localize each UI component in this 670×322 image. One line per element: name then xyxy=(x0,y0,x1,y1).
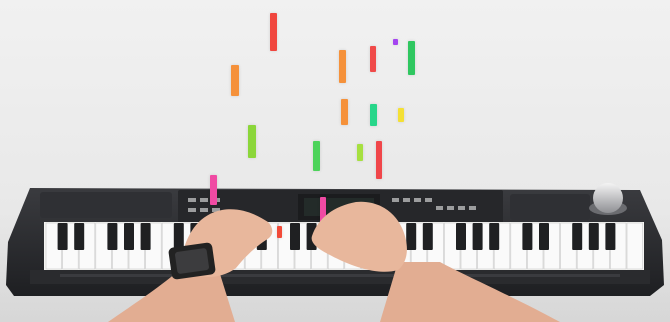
right-arm xyxy=(380,262,560,322)
smartwatch-screen xyxy=(175,248,209,274)
right-hand xyxy=(311,201,407,272)
player-hands xyxy=(108,201,560,322)
piano-scene xyxy=(0,0,670,322)
